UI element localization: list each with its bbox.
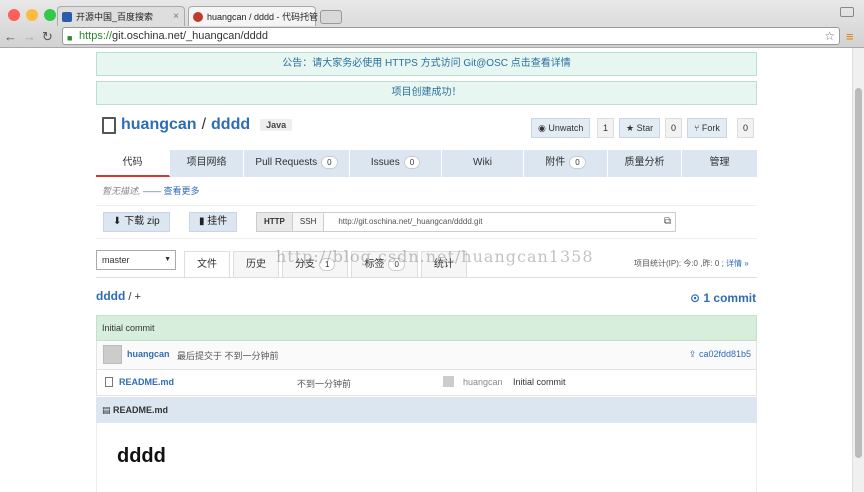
readme-header-label: README.md	[113, 405, 169, 415]
scrollbar-thumb[interactable]	[855, 88, 862, 458]
scrollbar[interactable]	[852, 48, 864, 492]
ssh-toggle[interactable]: SSH	[292, 213, 325, 231]
count-badge: 0	[569, 156, 586, 169]
stats-text: 项目统计(IP): 今:0 ,昨: 0 ;	[634, 259, 727, 268]
description-empty: 暂无描述,	[102, 186, 141, 196]
download-label: 下载 zip	[124, 216, 160, 227]
repo-navbar: 代码 项目网络 Pull Requests 0 Issues 0 Wiki 附件 0 …	[96, 150, 757, 177]
chevron-down-icon: ▼	[164, 256, 171, 263]
widget-button[interactable]: ▮ 挂件	[189, 212, 238, 232]
add-file-link[interactable]: / +	[125, 291, 141, 303]
subtab-label: 文件	[197, 259, 217, 270]
widget-label: 挂件	[207, 216, 228, 227]
nav-tab-issues[interactable]: Issues 0	[350, 150, 442, 177]
readme-title: dddd	[117, 445, 166, 467]
avatar	[103, 345, 122, 364]
file-icon	[105, 377, 113, 387]
subtab-label: 历史	[246, 259, 266, 270]
copy-icon[interactable]: ⧉	[664, 213, 671, 231]
fork-button[interactable]: ⑂ Fork	[687, 118, 727, 138]
breadcrumb: dddd / +	[96, 289, 141, 303]
announcement-text[interactable]: 公告：请大家务必使用 HTTPS 方式访问 Git@OSC 点击查看详情	[282, 58, 571, 69]
commit-time: 最后提交于 不到一分钟前	[177, 351, 279, 361]
project-stats: 项目统计(IP): 今:0 ,昨: 0 ; 详情 »	[634, 258, 749, 269]
nav-tab-label: Wiki	[473, 157, 492, 168]
nav-tab-network[interactable]: 项目网络	[170, 150, 244, 177]
tabs-divider	[96, 277, 757, 278]
last-commit-row: huangcan 最后提交于 不到一分钟前 ⇪ ca02fdd81b5	[96, 341, 757, 370]
clone-url-input[interactable]: http://git.oschina.net/_huangcan/dddd.gi…	[324, 213, 482, 231]
repo-book-icon	[102, 116, 116, 134]
nav-tab-label: 附件	[545, 157, 566, 168]
page-content: 公告：请大家务必使用 HTTPS 方式访问 Git@OSC 点击查看详情 项目创…	[0, 0, 852, 492]
nav-tab-label: 代码	[122, 157, 143, 168]
subtab-files[interactable]: 文件	[184, 251, 230, 278]
fork-count: 0	[737, 118, 754, 138]
nav-tab-quality[interactable]: 质量分析	[608, 150, 682, 177]
http-toggle[interactable]: HTTP	[257, 213, 293, 231]
count-badge: 0	[403, 156, 421, 169]
breadcrumb-repo-link[interactable]: dddd	[96, 289, 125, 303]
watermark: http://blog.csdn.net/huangcan1358	[276, 247, 594, 266]
commit-sha-link[interactable]: ⇪ ca02fdd81b5	[689, 349, 751, 360]
unwatch-button[interactable]: ◉ Unwatch	[531, 118, 591, 138]
nav-tab-code[interactable]: 代码	[96, 150, 170, 177]
subtab-history[interactable]: 历史	[233, 251, 279, 278]
repo-owner-link[interactable]: huangcan	[121, 116, 197, 134]
watch-count: 1	[597, 118, 614, 138]
nav-tab-attachments[interactable]: 附件 0	[524, 150, 608, 177]
show-more-link[interactable]: —— 查看更多	[143, 186, 200, 196]
repo-header: huangcan / dddd Java	[102, 114, 293, 136]
nav-tab-wiki[interactable]: Wiki	[442, 150, 524, 177]
stats-detail-link[interactable]: 详情 »	[726, 259, 749, 268]
clone-url-box: HTTP SSH http://git.oschina.net/_huangca…	[256, 212, 676, 232]
readme-body: dddd	[96, 423, 757, 492]
avatar	[443, 376, 454, 387]
readme-header: ▤ README.md	[96, 397, 757, 423]
file-commit-message[interactable]: Initial commit	[513, 377, 566, 387]
file-time: 不到一分钟前	[297, 379, 352, 389]
nav-tab-label: 项目网络	[186, 157, 227, 168]
nav-tab-pull-requests[interactable]: Pull Requests 0	[244, 150, 350, 177]
announcement-banner[interactable]: 公告：请大家务必使用 HTTPS 方式访问 Git@OSC 点击查看详情	[96, 52, 757, 76]
language-badge: Java	[260, 119, 293, 131]
star-count: 0	[665, 118, 682, 138]
table-row: README.md 不到一分钟前 huangcan Initial commit	[96, 370, 757, 396]
last-commit-message: Initial commit	[96, 315, 757, 341]
nav-tab-label: 管理	[709, 157, 730, 168]
file-icon: ▤	[102, 405, 114, 415]
repo-name-link[interactable]: dddd	[211, 116, 250, 134]
success-banner: 项目创建成功！	[96, 81, 757, 105]
nav-tab-admin[interactable]: 管理	[682, 150, 757, 177]
branch-value: master	[102, 255, 130, 265]
nav-tab-label: Issues	[370, 157, 400, 168]
download-zip-button[interactable]: ⬇ 下载 zip	[103, 212, 170, 232]
commits-link[interactable]: ⊙ 1 commit	[690, 291, 756, 305]
commit-author-link[interactable]: huangcan	[127, 349, 170, 359]
repo-separator: /	[201, 116, 207, 133]
download-icon: ⬇	[113, 216, 125, 227]
branch-select[interactable]: master ▼	[96, 250, 176, 270]
nav-tab-label: Pull Requests	[255, 157, 318, 168]
repo-description: 暂无描述, —— 查看更多	[102, 184, 200, 197]
file-author: huangcan	[463, 377, 503, 387]
success-text: 项目创建成功！	[391, 87, 462, 98]
count-badge: 0	[321, 156, 338, 169]
nav-tab-label: 质量分析	[624, 157, 665, 168]
file-name-link[interactable]: README.md	[119, 377, 174, 387]
star-button[interactable]: ★ Star	[619, 118, 661, 138]
